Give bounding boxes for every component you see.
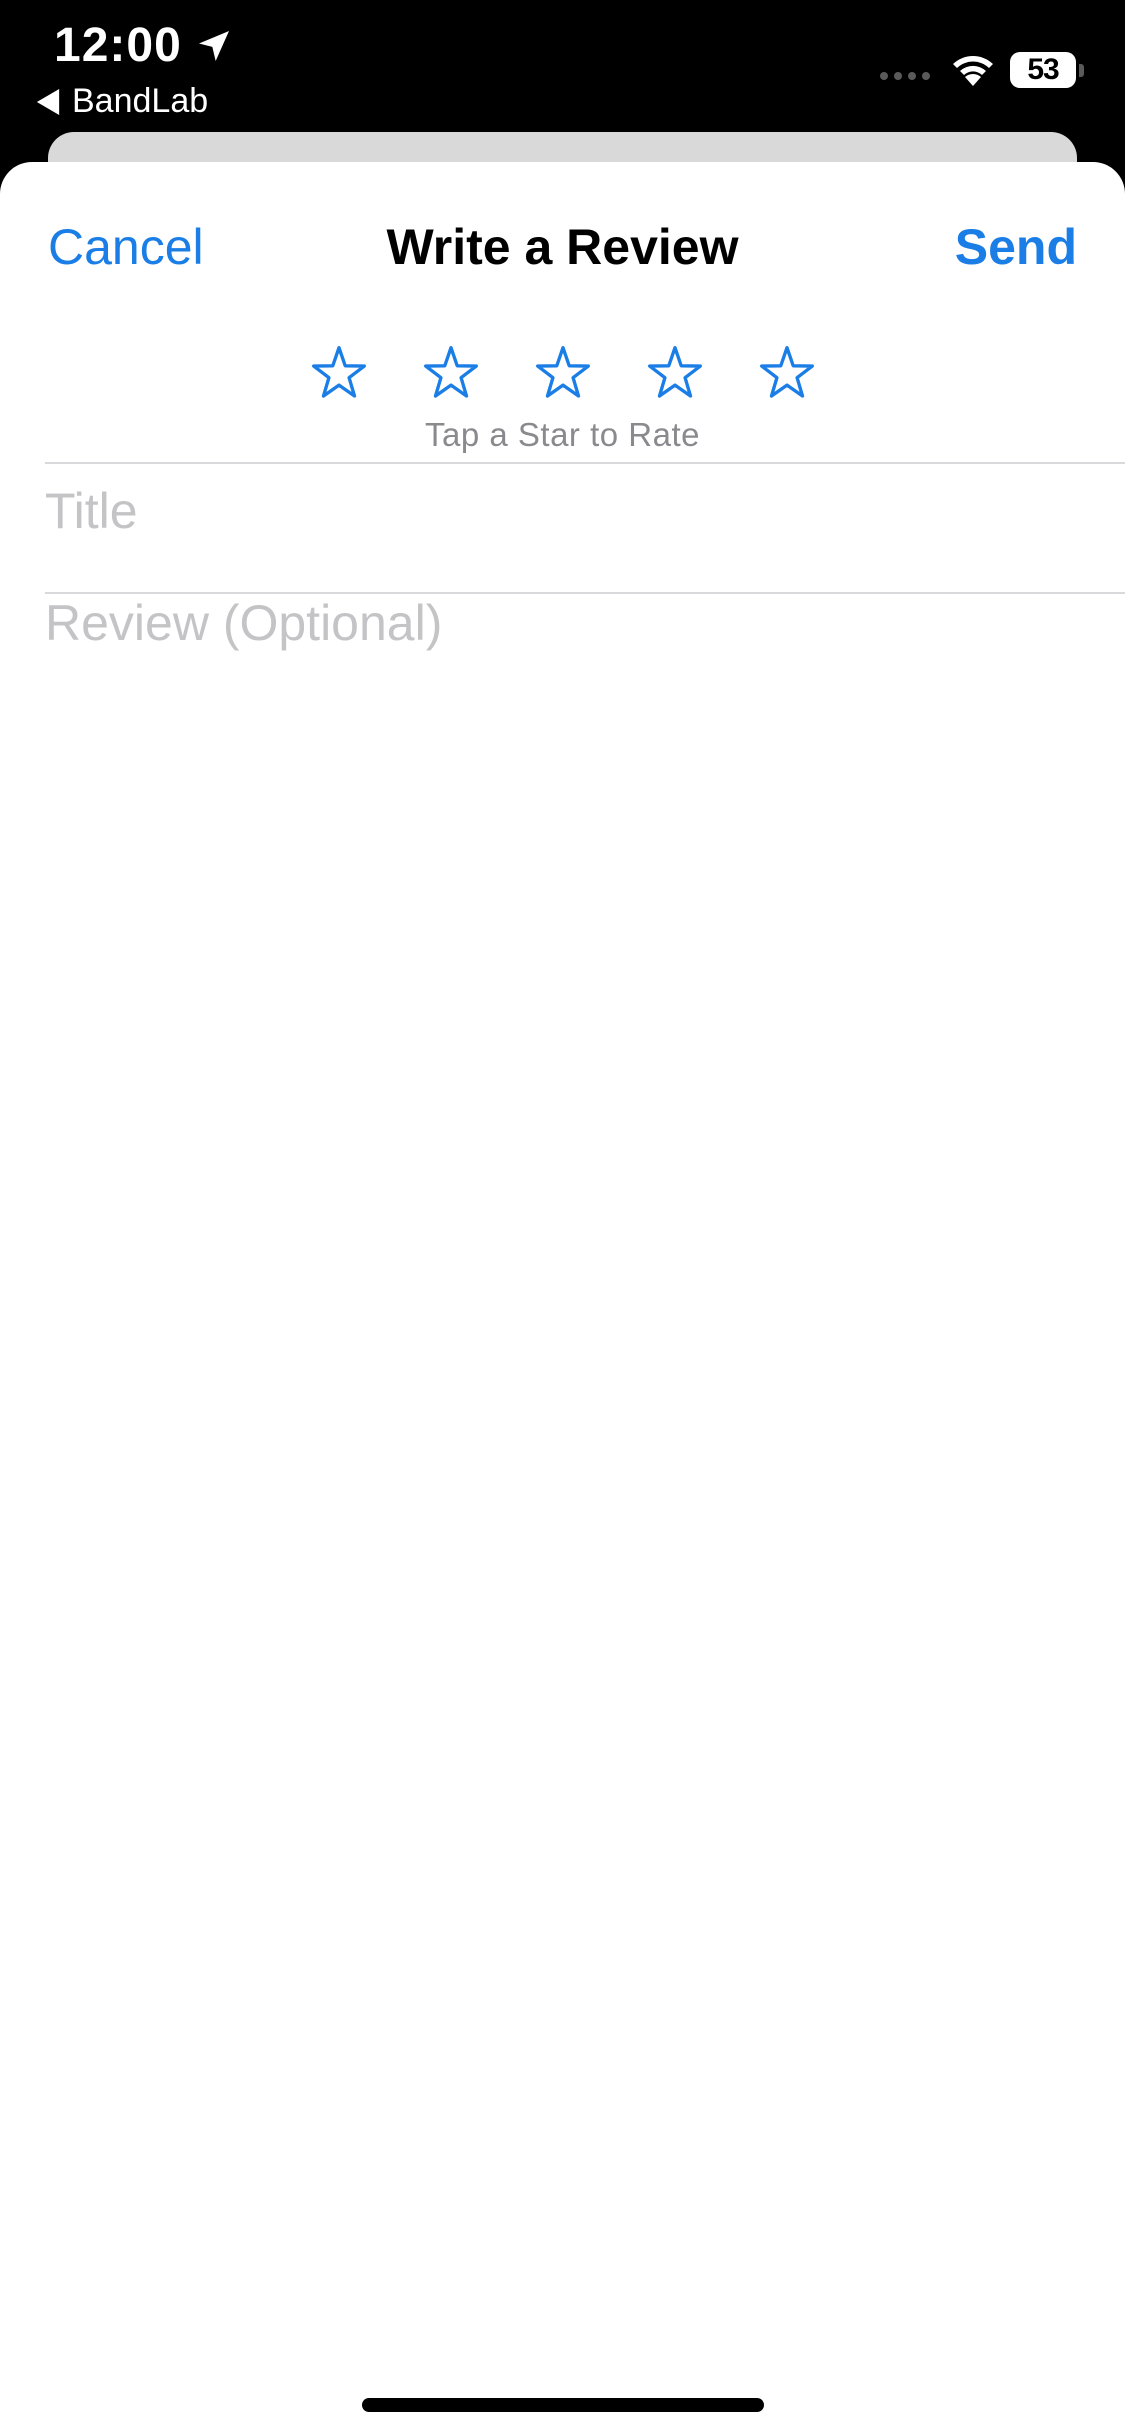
battery-cap bbox=[1079, 63, 1084, 77]
status-bar: 12:00 BandLab 53 bbox=[0, 0, 1125, 132]
star-1-icon[interactable] bbox=[308, 342, 370, 404]
time-text: 12:00 bbox=[54, 19, 182, 72]
navigation-bar: Cancel Write a Review Send bbox=[0, 162, 1125, 332]
review-sheet: Cancel Write a Review Send Tap a Star to… bbox=[0, 162, 1125, 2436]
battery-level: 53 bbox=[1010, 52, 1076, 88]
star-3-icon[interactable] bbox=[532, 342, 594, 404]
back-triangle-icon bbox=[36, 88, 60, 115]
home-indicator[interactable] bbox=[362, 2398, 764, 2412]
back-app-label: BandLab bbox=[72, 82, 209, 120]
cellular-signal-icon bbox=[880, 72, 930, 80]
title-input[interactable] bbox=[45, 464, 1085, 558]
star-4-icon[interactable] bbox=[644, 342, 706, 404]
star-5-icon[interactable] bbox=[756, 342, 818, 404]
review-input[interactable] bbox=[45, 594, 1085, 994]
send-button[interactable]: Send bbox=[955, 218, 1077, 276]
star-2-icon[interactable] bbox=[420, 342, 482, 404]
rating-hint: Tap a Star to Rate bbox=[425, 416, 700, 453]
back-to-app-button[interactable]: BandLab bbox=[36, 82, 208, 121]
status-time: 12:00 bbox=[54, 18, 234, 73]
battery-indicator: 53 bbox=[1010, 52, 1084, 88]
location-arrow-icon bbox=[198, 30, 229, 61]
wifi-icon bbox=[953, 56, 993, 86]
star-rating bbox=[0, 342, 1125, 404]
